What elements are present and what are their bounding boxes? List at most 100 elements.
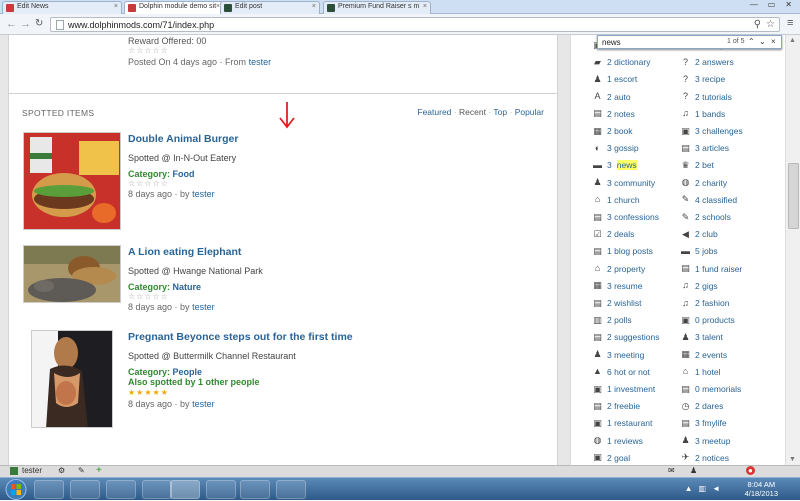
user-link[interactable]: tester: [192, 399, 215, 409]
tag-link[interactable]: ♟ 1 escort: [593, 74, 637, 84]
tag-link[interactable]: ◷ 2 dares: [681, 401, 724, 411]
tag-link[interactable]: ♟ 3 community: [593, 178, 655, 188]
media-player-taskbar-icon[interactable]: [106, 480, 136, 499]
tag-link[interactable]: ◀ 2 club: [681, 229, 718, 239]
user-link[interactable]: tester: [249, 57, 272, 67]
tag-link[interactable]: ♫ 1 bands: [681, 109, 725, 119]
add-icon[interactable]: +: [96, 465, 102, 476]
tag-link[interactable]: ▤ 2 notes: [593, 109, 635, 119]
tag-link[interactable]: ♫ 2 fashion: [681, 298, 729, 308]
item-title-link[interactable]: A Lion eating Elephant: [128, 246, 241, 258]
sort-popular-link[interactable]: Popular: [515, 107, 544, 117]
tag-link[interactable]: ▤ 2 wishlist: [593, 298, 641, 308]
network-icon[interactable]: ▥: [699, 484, 707, 493]
tag-link[interactable]: ♟ 3 meetup: [681, 436, 730, 446]
tag-link[interactable]: ⌂ 1 church: [593, 195, 640, 205]
maximize-icon[interactable]: ▭: [768, 0, 776, 13]
category-link[interactable]: Nature: [173, 282, 202, 292]
tag-link[interactable]: ▥ 2 polls: [593, 315, 631, 325]
tag-link[interactable]: ♛ 2 bet: [681, 160, 713, 170]
tag-link[interactable]: ▦ 2 book: [593, 126, 632, 136]
sort-top-link[interactable]: Top: [493, 107, 507, 117]
find-close-icon[interactable]: ×: [771, 37, 776, 46]
tag-link[interactable]: ▲ 6 hot or not: [593, 367, 650, 377]
rating-stars[interactable]: ★★★★★: [128, 388, 169, 397]
taskbar-clock[interactable]: 8:04 AM 4/18/2013: [745, 480, 778, 498]
tag-link[interactable]: ▰ 2 dictionary: [593, 57, 650, 67]
chrome-taskbar-icon[interactable]: [170, 480, 200, 499]
back-icon[interactable]: ←: [6, 18, 17, 30]
tag-link[interactable]: ▤ 1 blog posts: [593, 246, 653, 256]
tag-link[interactable]: ⌂ 2 property: [593, 264, 646, 274]
category-link[interactable]: Food: [173, 169, 195, 179]
scroll-thumb[interactable]: [788, 163, 799, 229]
tag-link[interactable]: ▤ 2 suggestions: [593, 332, 659, 342]
tag-link[interactable]: ▦ 3 resume: [593, 281, 642, 291]
scroll-down-icon[interactable]: ▼: [789, 456, 796, 463]
tag-link[interactable]: ▣ 0 products: [681, 315, 734, 325]
tag-link[interactable]: A 2 auto: [593, 92, 630, 102]
tab-edit-post[interactable]: Edit post ×: [220, 1, 320, 14]
tag-link[interactable]: ▬ 3 news: [593, 160, 637, 171]
forward-icon[interactable]: →: [20, 18, 31, 30]
tag-link[interactable]: ? 2 tutorials: [681, 92, 732, 102]
page-scrollbar[interactable]: ▲ ▼: [785, 35, 800, 465]
tag-link[interactable]: ▤ 1 fund raiser: [681, 264, 742, 274]
find-prev-icon[interactable]: ⌃: [748, 37, 755, 46]
minimize-icon[interactable]: —: [750, 0, 758, 13]
windows-start-icon[interactable]: [4, 478, 28, 501]
category-link[interactable]: People: [173, 367, 203, 377]
window-close-icon[interactable]: ✕: [785, 0, 792, 13]
tag-link[interactable]: ? 2 answers: [681, 57, 734, 67]
rating-stars[interactable]: ☆☆☆☆☆: [128, 292, 169, 301]
tag-link[interactable]: ▤ 3 fmylife: [681, 418, 726, 428]
user-link[interactable]: tester: [192, 302, 215, 312]
bookmark-star-icon[interactable]: ☆: [766, 19, 775, 30]
tag-link[interactable]: ▤ 2 freebie: [593, 401, 640, 411]
item-title-link[interactable]: Double Animal Burger: [128, 133, 238, 145]
app-taskbar-icon[interactable]: [206, 480, 236, 499]
item-thumbnail[interactable]: [23, 245, 121, 303]
notification-badge-icon[interactable]: ●: [746, 466, 755, 475]
tag-link[interactable]: ♫ 2 gigs: [681, 281, 718, 291]
friends-icon[interactable]: ♟: [690, 466, 697, 475]
tag-link[interactable]: ▬ 5 jobs: [681, 246, 718, 256]
gear-icon[interactable]: ⚙: [58, 466, 65, 475]
tray-arrow-icon[interactable]: ▲: [685, 484, 693, 493]
tag-link[interactable]: ◍ 1 reviews: [593, 436, 643, 446]
tag-link[interactable]: ▦ 2 events: [681, 350, 727, 360]
tag-link[interactable]: ? 3 recipe: [681, 74, 725, 84]
close-icon[interactable]: ×: [114, 3, 118, 10]
sort-recent-link[interactable]: Recent: [459, 107, 486, 117]
tag-link[interactable]: ♟ 3 talent: [681, 332, 722, 342]
close-icon[interactable]: ×: [423, 3, 427, 10]
tag-link[interactable]: ✎ 4 classified: [681, 195, 737, 205]
reload-icon[interactable]: ↻: [35, 18, 43, 29]
ie-taskbar-icon[interactable]: [34, 480, 64, 499]
edit-icon[interactable]: ✎: [78, 466, 85, 475]
app-taskbar-icon[interactable]: [142, 480, 172, 499]
tag-link[interactable]: ⌂ 1 hotel: [681, 367, 721, 377]
item-thumbnail[interactable]: [31, 330, 113, 428]
tag-link[interactable]: ◍ 2 charity: [681, 178, 728, 188]
find-next-icon[interactable]: ⌄: [759, 37, 766, 46]
explorer-taskbar-icon[interactable]: [70, 480, 100, 499]
tag-link[interactable]: ▤ 0 memorials: [681, 384, 741, 394]
tag-link[interactable]: ▣ 3 challenges: [681, 126, 743, 136]
tag-link[interactable]: ▣ 2 goal: [593, 453, 630, 463]
scroll-up-icon[interactable]: ▲: [789, 37, 796, 44]
tag-link[interactable]: ▤ 3 articles: [681, 143, 729, 153]
tag-link[interactable]: ▤ 3 confessions: [593, 212, 659, 222]
app-taskbar-icon[interactable]: [240, 480, 270, 499]
user-link[interactable]: tester: [192, 189, 215, 199]
tag-link[interactable]: ✎ 2 schools: [681, 212, 731, 222]
item-thumbnail[interactable]: [23, 132, 121, 230]
menu-icon[interactable]: ≡: [787, 17, 793, 29]
url-text[interactable]: www.dolphinmods.com/71/index.php: [68, 20, 214, 30]
zoom-icon[interactable]: ⚲: [754, 19, 761, 30]
close-icon[interactable]: ×: [312, 3, 316, 10]
volume-icon[interactable]: ◄: [712, 484, 720, 493]
tag-link[interactable]: ♟ 3 meeting: [593, 350, 644, 360]
find-input[interactable]: news: [602, 38, 621, 47]
tab-dolphin-demo[interactable]: Dolphin module demo sit ×: [124, 1, 224, 15]
